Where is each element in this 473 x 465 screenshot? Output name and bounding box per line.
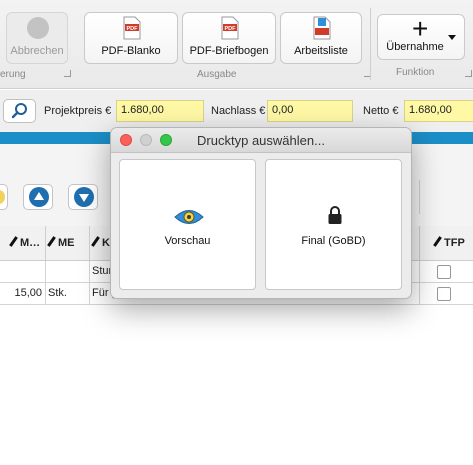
user-icon bbox=[27, 17, 49, 39]
svg-text:PDF: PDF bbox=[127, 26, 139, 32]
group-launcher-icon[interactable] bbox=[465, 70, 472, 77]
column-header-me[interactable]: ME bbox=[46, 226, 90, 260]
cell-tfp[interactable] bbox=[419, 261, 473, 282]
toolbar-separator bbox=[419, 180, 420, 214]
pencil-icon bbox=[47, 236, 56, 247]
cell-m[interactable]: 15,00 bbox=[0, 283, 46, 304]
pencil-icon bbox=[9, 236, 18, 247]
ribbon-toolbar: Abbrechen erung PDF PDF-Blanko PDF PDF-B… bbox=[0, 0, 473, 89]
arrow-up-icon bbox=[29, 187, 49, 207]
cancel-label: Abbrechen bbox=[10, 45, 64, 57]
pdf-file-icon: PDF bbox=[123, 16, 141, 40]
pdf-box-icon bbox=[313, 16, 331, 40]
pencil-icon bbox=[91, 236, 100, 247]
final-gobd-label: Final (GoBD) bbox=[301, 235, 366, 247]
discount-label: Nachlass € bbox=[211, 105, 266, 117]
move-up-button[interactable] bbox=[23, 184, 53, 210]
group-launcher-icon[interactable] bbox=[64, 70, 71, 77]
svg-text:PDF: PDF bbox=[225, 26, 237, 32]
plus-icon: + bbox=[412, 13, 429, 44]
dialog-title: Drucktyp auswählen... bbox=[197, 133, 325, 148]
worklist-label: Arbeitsliste bbox=[294, 45, 348, 57]
pdf-letterhead-button[interactable]: PDF PDF-Briefbogen bbox=[182, 12, 276, 64]
partial-toolbar-button[interactable] bbox=[0, 184, 8, 210]
pdf-file-icon: PDF bbox=[221, 16, 239, 40]
lightbulb-icon bbox=[0, 190, 5, 204]
eye-icon bbox=[174, 210, 204, 224]
cell-me[interactable]: Stk. bbox=[46, 283, 90, 304]
group-label-left: erung bbox=[0, 69, 26, 80]
cell-me[interactable] bbox=[46, 261, 90, 282]
cancel-button[interactable]: Abbrechen bbox=[6, 12, 68, 64]
move-down-button[interactable] bbox=[68, 184, 98, 210]
group-label-output: Ausgabe bbox=[197, 69, 237, 80]
column-header-tfp[interactable]: TFP bbox=[419, 226, 473, 260]
pdf-letterhead-label: PDF-Briefbogen bbox=[189, 45, 269, 57]
group-label-function: Funktion bbox=[396, 67, 435, 78]
pencil-icon bbox=[433, 236, 442, 247]
take-over-label: Übernahme bbox=[386, 41, 444, 53]
dialog-titlebar[interactable]: Drucktyp auswählen... bbox=[111, 128, 411, 153]
preview-option[interactable]: Vorschau bbox=[119, 159, 256, 290]
worklist-button[interactable]: Arbeitsliste bbox=[280, 12, 362, 64]
preview-label: Vorschau bbox=[164, 235, 211, 247]
project-price-label: Projektpreis € bbox=[44, 105, 112, 117]
discount-field[interactable]: 0,00 bbox=[267, 100, 353, 122]
search-button[interactable] bbox=[3, 99, 36, 123]
dropdown-arrow-icon bbox=[448, 35, 456, 40]
column-header-m[interactable]: M… bbox=[0, 226, 46, 260]
pdf-blank-label: PDF-Blanko bbox=[101, 45, 161, 57]
cell-m[interactable] bbox=[0, 261, 46, 282]
tfp-checkbox[interactable] bbox=[437, 265, 451, 279]
pdf-blank-button[interactable]: PDF PDF-Blanko bbox=[84, 12, 178, 64]
arrow-down-icon bbox=[74, 187, 94, 207]
net-label: Netto € bbox=[363, 105, 399, 117]
tfp-checkbox[interactable] bbox=[437, 287, 451, 301]
lock-icon bbox=[328, 206, 342, 224]
cell-tfp[interactable] bbox=[419, 283, 473, 304]
take-over-button[interactable]: + Übernahme bbox=[377, 14, 465, 60]
search-icon bbox=[11, 103, 27, 119]
net-field[interactable]: 1.680,00 bbox=[404, 100, 473, 122]
print-type-dialog: Drucktyp auswählen... Vorschau Final (Go… bbox=[110, 127, 412, 299]
final-gobd-option[interactable]: Final (GoBD) bbox=[265, 159, 402, 290]
project-price-field[interactable]: 1.680,00 bbox=[116, 100, 204, 122]
